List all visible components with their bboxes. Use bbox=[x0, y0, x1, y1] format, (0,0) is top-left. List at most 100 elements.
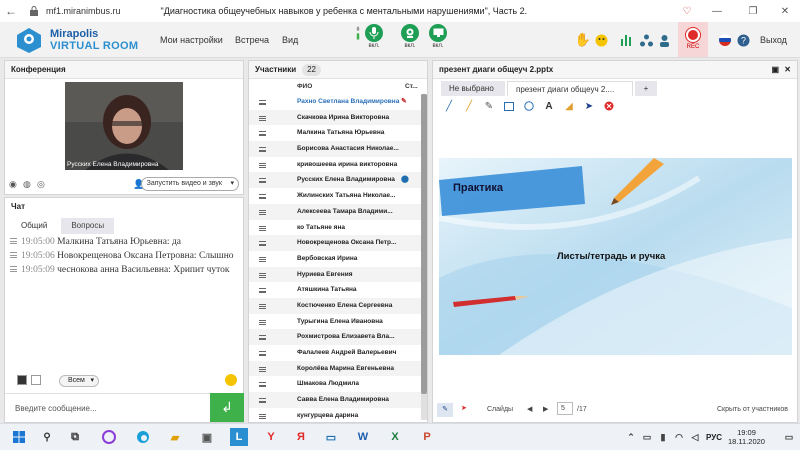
ellipse-icon[interactable] bbox=[519, 99, 539, 113]
taskbar-clock[interactable]: 19:09 18.11.2020 bbox=[728, 428, 765, 446]
text-icon[interactable]: A bbox=[539, 99, 559, 113]
participant-row[interactable]: Фалалеев Андрей Валерьевич bbox=[249, 345, 421, 361]
drag-handle-icon[interactable] bbox=[259, 225, 266, 231]
marker-icon[interactable]: ╱ bbox=[459, 99, 479, 113]
scrollbar-thumb[interactable] bbox=[421, 94, 427, 394]
yandex-icon[interactable]: Я bbox=[292, 428, 310, 446]
participant-row[interactable]: Нуриева Евгения bbox=[249, 266, 421, 283]
word-icon[interactable]: W bbox=[354, 428, 372, 446]
participant-row[interactable]: Савва Елена Владимировна bbox=[249, 392, 421, 408]
participant-row[interactable]: Скачкова Ирина Викторовна bbox=[249, 109, 421, 126]
close-panel-icon[interactable]: ✕ bbox=[784, 61, 791, 79]
app-l-icon[interactable]: L bbox=[230, 428, 248, 446]
minimize-icon[interactable]: — bbox=[702, 0, 732, 22]
yandex-browser-icon[interactable]: Y bbox=[262, 428, 280, 446]
drag-handle-icon[interactable] bbox=[259, 288, 266, 294]
windows-start-icon[interactable] bbox=[10, 428, 28, 446]
alice-icon[interactable] bbox=[100, 428, 118, 446]
drag-handle-icon[interactable] bbox=[259, 366, 266, 372]
send-button[interactable]: ↲ bbox=[210, 393, 244, 422]
participant-row[interactable]: Алексеева Тамара Владими... bbox=[249, 203, 421, 220]
drag-handle-icon[interactable] bbox=[259, 178, 266, 184]
emoji-icon[interactable] bbox=[593, 32, 609, 48]
recipient-select[interactable]: Всем ▾ bbox=[59, 375, 99, 387]
slides-label[interactable]: Слайды bbox=[487, 406, 513, 413]
tab-general[interactable]: Общий bbox=[11, 218, 58, 234]
exit-button[interactable]: Выход bbox=[760, 35, 787, 45]
next-slide-icon[interactable]: ▶ bbox=[543, 405, 548, 413]
back-arrow-icon[interactable]: ← bbox=[0, 4, 22, 18]
message-input[interactable]: Введите сообщение... bbox=[5, 393, 211, 422]
menu-my-settings[interactable]: Мои настройки bbox=[160, 35, 223, 45]
participant-row[interactable]: Атяшкина Татьяна bbox=[249, 282, 421, 298]
draw-mode-icon[interactable]: ✎ bbox=[437, 403, 453, 417]
tab-presentation[interactable]: презент диаги общеуч 2.... bbox=[507, 81, 633, 96]
drag-handle-icon[interactable] bbox=[259, 131, 266, 137]
photos-icon[interactable]: ▭ bbox=[322, 428, 340, 446]
record-button[interactable]: REC bbox=[678, 22, 708, 57]
column-fio[interactable]: ФИО bbox=[297, 83, 312, 90]
eraser-icon[interactable]: ◢ bbox=[559, 99, 579, 113]
heart-icon[interactable]: ♡ bbox=[672, 0, 702, 22]
participant-row[interactable]: Русских Елена Владимировна ⬤ bbox=[249, 172, 421, 189]
rectangle-icon[interactable] bbox=[499, 99, 519, 113]
participant-row[interactable]: ко Татьяне яна bbox=[249, 220, 421, 236]
tab-questions[interactable]: Вопросы bbox=[61, 218, 115, 234]
hide-from-participants-link[interactable]: Скрыть от участников bbox=[717, 406, 788, 413]
language-flag-icon[interactable] bbox=[717, 32, 733, 48]
excel-icon[interactable]: X bbox=[386, 428, 404, 446]
add-tab-button[interactable]: + bbox=[635, 81, 657, 96]
drag-handle-icon[interactable] bbox=[259, 194, 266, 200]
drag-handle-icon[interactable] bbox=[259, 115, 266, 121]
drag-handle-icon[interactable] bbox=[259, 319, 266, 325]
drag-handle-icon[interactable] bbox=[259, 398, 266, 404]
page-input[interactable]: 5 bbox=[557, 402, 573, 415]
store-icon[interactable]: ▣ bbox=[198, 428, 216, 446]
task-view-icon[interactable]: ⧉ bbox=[66, 428, 84, 446]
participant-row[interactable]: Новокрещенова Оксана Петр... bbox=[249, 235, 421, 251]
edge-icon[interactable] bbox=[134, 428, 152, 446]
menu-view[interactable]: Вид bbox=[282, 35, 298, 45]
maximize-icon[interactable]: ❐ bbox=[738, 0, 768, 22]
drag-handle-icon[interactable] bbox=[259, 100, 266, 105]
pointer-icon[interactable]: ➤ bbox=[579, 99, 599, 113]
network-icon[interactable] bbox=[638, 32, 654, 48]
drag-handle-icon[interactable] bbox=[259, 209, 266, 215]
participant-row[interactable]: Вербовская Ирина bbox=[249, 251, 421, 267]
screen-share-toggle[interactable]: вкл. bbox=[426, 24, 450, 49]
participant-row[interactable]: Королёва Марина Евгеньевна bbox=[249, 360, 421, 377]
search-icon[interactable]: ⚲ bbox=[38, 428, 56, 446]
participant-row[interactable]: Малкина Татьяна Юрьевна bbox=[249, 125, 421, 141]
participant-row[interactable]: Шмакова Людмила bbox=[249, 376, 421, 392]
camera-settings-icon[interactable]: ◎ bbox=[37, 179, 51, 190]
column-status[interactable]: Ст... bbox=[405, 83, 418, 90]
drag-handle-icon[interactable] bbox=[259, 147, 266, 153]
tab-not-selected[interactable]: Не выбрано bbox=[441, 81, 505, 96]
menu-meeting[interactable]: Встреча bbox=[235, 35, 269, 45]
raise-hand-icon[interactable]: ✋ bbox=[575, 32, 591, 48]
popout-icon[interactable]: ▣ bbox=[771, 61, 779, 79]
drag-handle-icon[interactable] bbox=[259, 241, 266, 247]
drag-handle-icon[interactable] bbox=[259, 382, 266, 388]
drag-handle-icon[interactable] bbox=[259, 162, 266, 168]
powerpoint-icon[interactable]: P bbox=[418, 428, 436, 446]
drag-handle-icon[interactable] bbox=[259, 335, 266, 341]
speaker-icon[interactable]: ◉ bbox=[9, 179, 23, 190]
drag-handle-icon[interactable] bbox=[259, 272, 266, 278]
file-explorer-icon[interactable]: ▰ bbox=[166, 428, 184, 446]
volume-icon[interactable]: ◁ bbox=[686, 428, 704, 446]
prev-slide-icon[interactable]: ◀ bbox=[527, 405, 532, 413]
webcam-toggle[interactable]: вкл. bbox=[398, 24, 422, 49]
microphone-toggle[interactable]: вкл. bbox=[362, 24, 386, 49]
emoji-icon[interactable] bbox=[225, 374, 237, 386]
microphone-settings-icon[interactable]: ◍ bbox=[23, 179, 37, 190]
participant-row[interactable]: Рохмистрова Елизавета Вла... bbox=[249, 329, 421, 345]
pen-icon[interactable]: ╱ bbox=[439, 99, 459, 113]
users-icon[interactable] bbox=[656, 32, 672, 48]
drag-handle-icon[interactable] bbox=[259, 351, 266, 356]
participant-row[interactable]: Костюченко Елена Сергеевна bbox=[249, 297, 421, 314]
statistics-icon[interactable] bbox=[618, 32, 634, 48]
start-video-audio-button[interactable]: Запустить видео и звук ▾ bbox=[140, 177, 239, 191]
drag-handle-icon[interactable] bbox=[259, 413, 266, 419]
highlighter-icon[interactable]: ✎ bbox=[479, 99, 499, 113]
